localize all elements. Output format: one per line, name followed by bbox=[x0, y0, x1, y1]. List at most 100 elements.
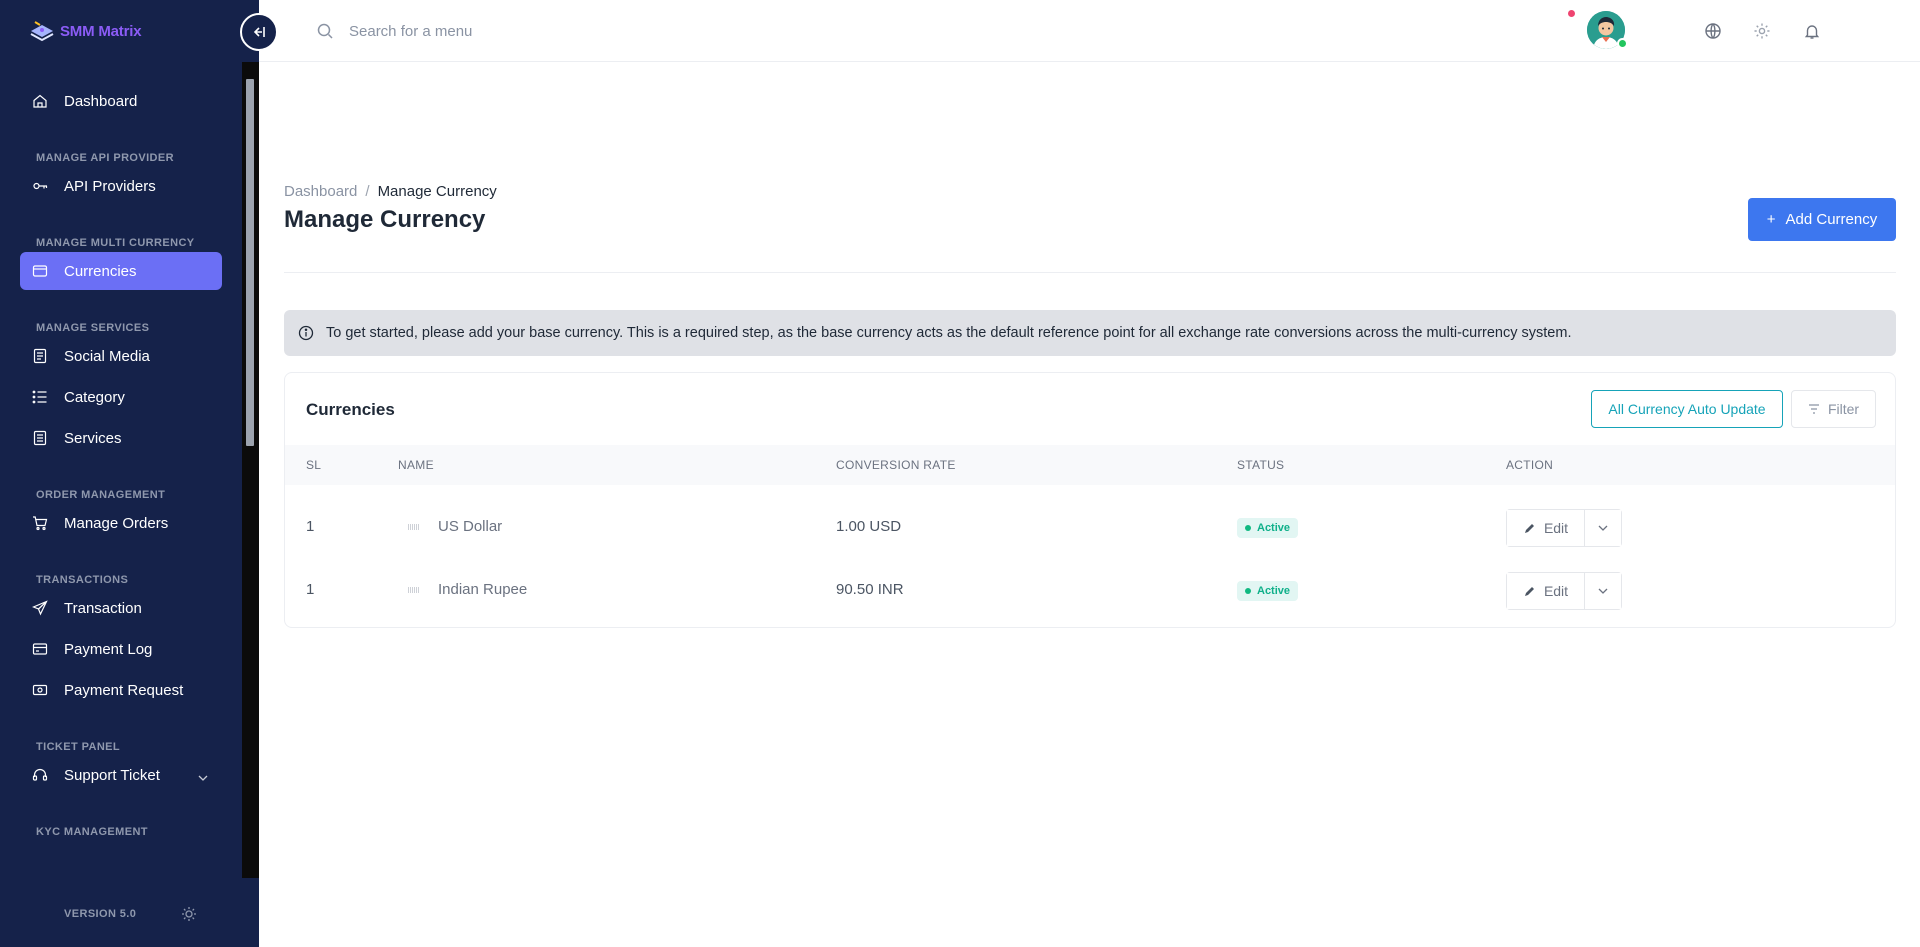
globe-icon[interactable] bbox=[1703, 21, 1723, 41]
table-row: 1 Indian Rupee 90.50 INR Active Edit bbox=[285, 560, 1895, 622]
sidebar-section-label: TICKET PANEL bbox=[36, 741, 121, 753]
search-icon bbox=[316, 22, 334, 40]
row-name: Indian Rupee bbox=[438, 581, 528, 598]
sidebar-footer: VERSION 5.0 bbox=[0, 878, 259, 947]
logo-text: SMM Matrix bbox=[60, 22, 142, 40]
sidebar-item-label: Support Ticket bbox=[64, 766, 160, 784]
plus-icon: + bbox=[1766, 211, 1776, 228]
home-icon bbox=[32, 93, 48, 109]
row-sl: 1 bbox=[306, 518, 315, 535]
breadcrumb: Dashboard / Manage Currency bbox=[284, 183, 497, 200]
action-button-group: Edit bbox=[1506, 509, 1622, 547]
notification-dot bbox=[1568, 10, 1575, 17]
send-icon bbox=[32, 600, 48, 616]
status-badge: Active bbox=[1237, 518, 1299, 538]
sidebar-item-label: Payment Log bbox=[64, 640, 153, 658]
list-icon bbox=[32, 389, 48, 405]
sun-icon[interactable] bbox=[180, 905, 198, 923]
edit-label: Edit bbox=[1543, 583, 1569, 599]
edit-button[interactable]: Edit bbox=[1507, 510, 1585, 546]
column-header-rate: CONVERSION RATE bbox=[836, 458, 956, 472]
collapse-sidebar-button[interactable] bbox=[240, 13, 278, 51]
sidebar-section-label: ORDER MANAGEMENT bbox=[36, 489, 166, 501]
breadcrumb-separator: / bbox=[365, 183, 370, 200]
column-header-sl: SL bbox=[306, 458, 322, 472]
sidebar-item-label: Social Media bbox=[64, 347, 150, 365]
collapse-icon bbox=[253, 27, 265, 37]
pencil-icon bbox=[1524, 586, 1534, 596]
wallet-icon bbox=[32, 263, 48, 279]
gear-icon[interactable] bbox=[1752, 21, 1772, 41]
cart-icon bbox=[32, 515, 48, 531]
page-title: Manage Currency bbox=[284, 206, 486, 233]
bell-icon[interactable] bbox=[1802, 21, 1822, 41]
sidebar-item-label: Services bbox=[64, 429, 122, 447]
card-icon bbox=[32, 641, 48, 657]
column-header-action: ACTION bbox=[1506, 458, 1554, 472]
sidebar-item-currencies[interactable]: Currencies bbox=[20, 252, 222, 290]
sidebar-section-label: KYC MANAGEMENT bbox=[36, 826, 148, 838]
breadcrumb-home-link[interactable]: Dashboard bbox=[284, 183, 357, 200]
top-header bbox=[259, 0, 1920, 62]
online-status-dot bbox=[1617, 38, 1628, 49]
sidebar-nav: Dashboard MANAGE API PROVIDER API Provider… bbox=[0, 62, 240, 878]
search-input[interactable] bbox=[349, 17, 769, 45]
alert-text: To get started, please add your base cur… bbox=[326, 325, 1572, 341]
sidebar-item-payment-request[interactable]: Payment Request bbox=[20, 671, 222, 709]
add-currency-button[interactable]: + Add Currency bbox=[1748, 198, 1896, 241]
add-currency-label: Add Currency bbox=[1785, 211, 1878, 228]
sidebar-item-label: API Providers bbox=[64, 177, 156, 195]
info-icon bbox=[298, 325, 314, 341]
sidebar-item-manage-orders[interactable]: Manage Orders bbox=[20, 504, 222, 542]
sidebar-section-label: MANAGE API PROVIDER bbox=[36, 152, 174, 164]
filter-button[interactable]: Filter bbox=[1791, 390, 1876, 428]
pencil-icon bbox=[1524, 523, 1534, 533]
edit-button[interactable]: Edit bbox=[1507, 573, 1585, 609]
sidebar-item-social-media[interactable]: Social Media bbox=[20, 337, 222, 375]
sidebar-section-label: MANAGE SERVICES bbox=[36, 322, 150, 334]
sidebar-item-payment-log[interactable]: Payment Log bbox=[20, 630, 222, 668]
logo-icon bbox=[28, 19, 56, 43]
document-icon bbox=[32, 348, 48, 364]
row-name: US Dollar bbox=[438, 518, 503, 535]
row-sl: 1 bbox=[306, 581, 315, 598]
cash-icon bbox=[32, 682, 48, 698]
sidebar-item-category[interactable]: Category bbox=[20, 378, 222, 416]
key-icon bbox=[32, 178, 48, 194]
sidebar-item-label: Manage Orders bbox=[64, 514, 169, 532]
flag-icon bbox=[408, 524, 420, 530]
sidebar-item-label: Currencies bbox=[64, 262, 137, 280]
flag-icon bbox=[408, 587, 420, 593]
filter-icon bbox=[1808, 401, 1820, 417]
header-divider bbox=[284, 272, 1896, 273]
sidebar-item-label: Category bbox=[64, 388, 125, 406]
status-badge: Active bbox=[1237, 581, 1299, 601]
currencies-card: Currencies All Currency Auto Update Filt… bbox=[284, 372, 1896, 628]
row-rate: 90.50 INR bbox=[836, 581, 904, 598]
sidebar-scrollbar-thumb[interactable] bbox=[246, 79, 254, 446]
row-rate: 1.00 USD bbox=[836, 518, 902, 535]
breadcrumb-current: Manage Currency bbox=[377, 183, 497, 200]
sidebar-item-services[interactable]: Services bbox=[20, 419, 222, 457]
filter-label: Filter bbox=[1827, 401, 1860, 417]
sidebar-item-label: Dashboard bbox=[64, 92, 138, 110]
chevron-down-icon bbox=[1598, 525, 1608, 531]
table-row: 1 US Dollar 1.00 USD Active Edit bbox=[285, 497, 1895, 559]
sidebar-item-label: Transaction bbox=[64, 599, 142, 617]
table-header: SL NAME CONVERSION RATE STATUS ACTION bbox=[285, 445, 1895, 485]
sidebar-item-dashboard[interactable]: Dashboard bbox=[20, 82, 222, 120]
action-button-group: Edit bbox=[1506, 572, 1622, 610]
column-header-name: NAME bbox=[398, 458, 434, 472]
sidebar-item-support-ticket[interactable]: Support Ticket bbox=[20, 756, 222, 794]
card-title: Currencies bbox=[306, 400, 395, 419]
action-dropdown-button[interactable] bbox=[1585, 510, 1621, 546]
edit-label: Edit bbox=[1543, 520, 1569, 536]
logo[interactable]: SMM Matrix bbox=[28, 18, 142, 44]
sidebar-section-label: TRANSACTIONS bbox=[36, 574, 129, 586]
stack-icon bbox=[32, 430, 48, 446]
auto-update-button[interactable]: All Currency Auto Update bbox=[1591, 390, 1783, 428]
sidebar-item-transaction[interactable]: Transaction bbox=[20, 589, 222, 627]
action-dropdown-button[interactable] bbox=[1585, 573, 1621, 609]
sidebar-item-api-providers[interactable]: API Providers bbox=[20, 167, 222, 205]
chevron-down-icon bbox=[1598, 588, 1608, 594]
